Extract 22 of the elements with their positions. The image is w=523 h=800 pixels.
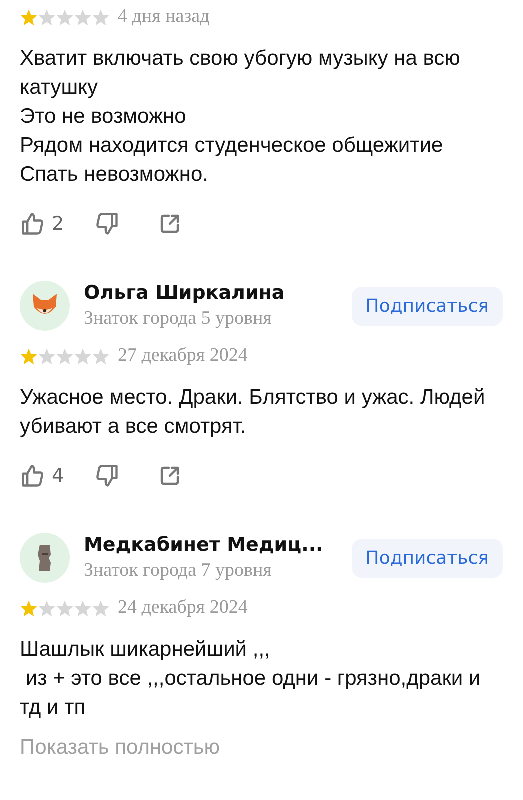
- author-level: Знаток города 5 уровня: [84, 308, 273, 330]
- author-level: Знаток города 7 уровня: [84, 560, 273, 582]
- review-date: 27 декабря 2024: [118, 345, 248, 367]
- avatar[interactable]: [20, 533, 70, 583]
- subscribe-button[interactable]: Подписаться: [352, 538, 503, 578]
- avatar[interactable]: [20, 281, 70, 331]
- like-button[interactable]: 4: [20, 463, 64, 489]
- review-text: Ужасное место. Драки. Блятство и ужас. Людей убивают а все смотрят.: [20, 385, 486, 440]
- like-button[interactable]: 2: [20, 211, 64, 237]
- review-text: Спать невозможно.: [20, 162, 210, 188]
- review-date: 24 декабря 2024: [118, 597, 248, 619]
- subscribe-button[interactable]: Подписаться: [352, 286, 503, 326]
- review-date: 4 дня назад: [118, 6, 210, 28]
- thumbs-down-icon[interactable]: [94, 211, 120, 237]
- author-name[interactable]: Медкабинет Медиц...: [84, 534, 352, 556]
- review-text: Рядом находится студенческое общежитие: [20, 133, 444, 159]
- review-text: Шашлык шикарнейший ,,,: [20, 637, 272, 663]
- review-text: Хватит включать свою убогую музыку на всю катушку: [20, 46, 462, 101]
- author-name[interactable]: Ольга Ширкалина: [84, 282, 352, 304]
- thumbs-down-icon[interactable]: [94, 463, 120, 489]
- review-text: из + это все ,,,остальное одни - грязно,драки и тд и тп: [20, 666, 482, 721]
- review-text: Это не возможно: [20, 104, 188, 130]
